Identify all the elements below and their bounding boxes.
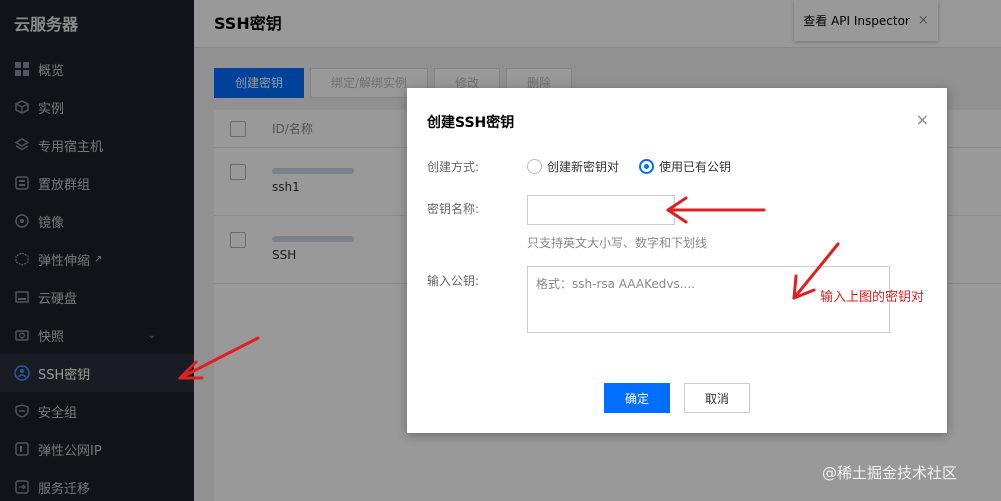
radio-label: 使用已有公钥	[659, 160, 732, 174]
dialog-title: 创建SSH密钥	[427, 115, 515, 131]
create-method-label: 创建方式:	[427, 160, 480, 174]
radio-label: 创建新密钥对	[547, 160, 620, 174]
close-icon[interactable]: ×	[916, 110, 929, 129]
confirm-button[interactable]: 确定	[604, 383, 670, 413]
radio-use-existing-pubkey[interactable]: 使用已有公钥	[639, 158, 731, 175]
pubkey-label: 输入公钥:	[427, 274, 480, 288]
watermark: @稀土掘金技术社区	[822, 464, 958, 482]
create-ssh-key-dialog: 创建SSH密钥 × 创建方式: 创建新密钥对 使用已有公钥 密钥名称: 只支持英…	[407, 88, 947, 433]
radio-unchecked-icon	[527, 159, 542, 174]
radio-checked-icon	[639, 159, 654, 174]
key-name-label: 密钥名称:	[427, 202, 480, 216]
key-name-input[interactable]	[527, 195, 675, 225]
annotation-text: 输入上图的密钥对	[820, 290, 925, 305]
cancel-button[interactable]: 取消	[684, 383, 750, 413]
radio-create-new-keypair[interactable]: 创建新密钥对	[527, 158, 619, 175]
key-name-hint: 只支持英文大小写、数字和下划线	[527, 236, 708, 250]
